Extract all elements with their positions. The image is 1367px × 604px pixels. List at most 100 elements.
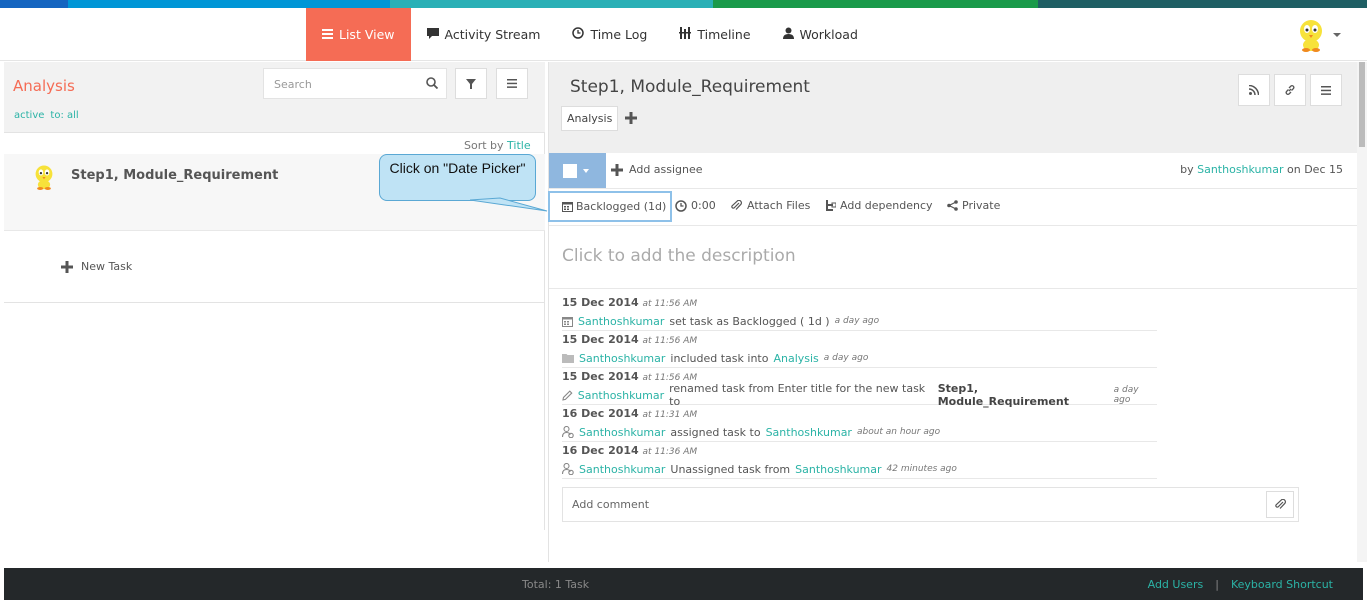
- plus-icon: [625, 112, 637, 124]
- add-tag-button[interactable]: [625, 109, 637, 128]
- user-link[interactable]: Santhoshkumar: [579, 463, 665, 476]
- tab-workload[interactable]: Workload: [767, 8, 874, 61]
- activity-ago: a day ago: [1113, 385, 1139, 405]
- link-icon: [1285, 85, 1295, 95]
- detail-title[interactable]: Step1, Module_Requirement: [570, 77, 810, 97]
- filter-button[interactable]: [455, 68, 487, 99]
- tab-label: List View: [339, 27, 395, 42]
- date-text: 16 Dec 2014: [562, 407, 639, 420]
- comment-input[interactable]: Add comment: [562, 487, 1299, 522]
- new-title: Step1, Module_Requirement: [937, 382, 1069, 408]
- assignee-link[interactable]: Santhoshkumar: [766, 426, 852, 439]
- activity-line: Santhoshkumar Unassigned task from Santh…: [562, 460, 1157, 479]
- user-icon: [782, 27, 794, 42]
- attach-files-button[interactable]: Attach Files: [730, 199, 810, 212]
- time-log-button[interactable]: 0:00: [675, 199, 716, 212]
- chevron-down-icon[interactable]: [583, 168, 589, 173]
- sort-field-link[interactable]: Title: [507, 139, 531, 152]
- callout-text: Click on "Date Picker": [389, 160, 526, 176]
- tab-activity-stream[interactable]: Activity Stream: [411, 8, 557, 61]
- activity-text: set task as Backlogged ( 1d ): [669, 314, 830, 328]
- status-checkbox[interactable]: [563, 163, 577, 178]
- tab-time-log[interactable]: Time Log: [556, 8, 663, 61]
- filter-icon: [466, 78, 476, 89]
- tab-label: Time Log: [590, 27, 648, 42]
- attach-comment-button[interactable]: [1266, 491, 1294, 518]
- list-menu-button[interactable]: [496, 68, 528, 99]
- activity-entry: 15 Dec 2014 at 11:56 AM Santhoshkumar in…: [562, 331, 1157, 368]
- list-header: Analysis active to: all Search: [4, 62, 545, 133]
- paperclip-icon: [731, 200, 742, 210]
- activity-entry: 15 Dec 2014 at 11:56 AM Santhoshkumar re…: [562, 368, 1157, 408]
- activity-text: renamed task from Enter title for the ne…: [669, 382, 926, 408]
- divider: [4, 302, 545, 303]
- chevron-down-icon[interactable]: [1333, 33, 1341, 37]
- scrollbar-thumb[interactable]: [1359, 62, 1365, 147]
- list-icon: [322, 27, 333, 42]
- time-value: 0:00: [691, 199, 716, 212]
- new-task-button[interactable]: New Task: [61, 260, 132, 273]
- private-toggle[interactable]: Private: [947, 199, 1000, 212]
- dependency-label: Add dependency: [840, 199, 933, 212]
- rss-button[interactable]: [1238, 74, 1270, 106]
- tab-list-view[interactable]: List View: [306, 8, 411, 61]
- status-checkbox-dropdown[interactable]: [549, 153, 606, 188]
- project-link[interactable]: Analysis: [773, 352, 818, 365]
- add-users-link[interactable]: Add Users: [1148, 578, 1204, 591]
- rss-icon: [1249, 85, 1259, 95]
- paperclip-icon: [1274, 499, 1286, 509]
- task-title: Step1, Module_Requirement: [71, 168, 279, 183]
- date-text: 15 Dec 2014: [562, 296, 639, 309]
- clock-icon: [675, 199, 687, 212]
- copy-link-button[interactable]: [1274, 74, 1306, 106]
- created-by: by Santhoshkumar on Dec 15: [1180, 163, 1343, 176]
- description-placeholder[interactable]: Click to add the description: [562, 246, 796, 266]
- new-task-label: New Task: [81, 260, 133, 273]
- user-avatar-menu[interactable]: [1296, 18, 1326, 52]
- assign-user-icon: [562, 426, 574, 438]
- activity-entry: 15 Dec 2014 at 11:56 AM Santhoshkumar se…: [562, 294, 1157, 331]
- time-text: at 11:56 AM: [642, 336, 698, 346]
- user-link[interactable]: Santhoshkumar: [579, 426, 665, 439]
- activity-line: Santhoshkumar included task into Analysi…: [562, 349, 1157, 368]
- tab-timeline[interactable]: Timeline: [663, 8, 766, 61]
- filter-assignee[interactable]: to: all: [50, 110, 78, 121]
- activity-ago: 42 minutes ago: [886, 464, 957, 474]
- list-title: Analysis: [13, 77, 75, 95]
- activity-text: included task into: [670, 351, 769, 365]
- activity-text: assigned task to: [670, 425, 761, 439]
- avatar-bird-icon: [1300, 20, 1322, 52]
- scrollbar[interactable]: [1357, 62, 1367, 562]
- user-link[interactable]: Santhoshkumar: [578, 315, 664, 328]
- project-tag[interactable]: Analysis: [561, 106, 619, 131]
- assignee-link[interactable]: Santhoshkumar: [795, 463, 881, 476]
- timeline-icon: [679, 27, 692, 42]
- comment-placeholder: Add comment: [572, 498, 650, 511]
- clock-icon: [572, 27, 585, 42]
- footer-bar: Total: 1 Task Add Users | Keyboard Short…: [4, 568, 1363, 600]
- add-assignee-button[interactable]: Add assignee: [611, 163, 703, 176]
- date-picker-button[interactable]: Backlogged (1d): [548, 191, 672, 222]
- search-input[interactable]: Search: [263, 68, 447, 99]
- search-icon[interactable]: [426, 77, 439, 92]
- activity-text: Unassigned task from: [670, 462, 791, 476]
- pencil-icon: [562, 389, 573, 401]
- activity-date: 15 Dec 2014 at 11:56 AM: [562, 294, 1157, 312]
- main-nav: List View Activity Stream Time Log Timel…: [306, 8, 874, 61]
- activity-ago: a day ago: [834, 316, 880, 326]
- plus-icon: [61, 260, 73, 273]
- keyboard-shortcut-link[interactable]: Keyboard Shortcut: [1231, 578, 1333, 591]
- time-text: at 11:31 AM: [642, 410, 698, 420]
- detail-menu-button[interactable]: [1310, 74, 1342, 106]
- active-filters: active to: all: [14, 110, 79, 121]
- add-dependency-button[interactable]: Add dependency: [826, 199, 933, 212]
- created-date: on Dec 15: [1287, 163, 1343, 176]
- attach-label: Attach Files: [747, 199, 811, 212]
- activity-log: 15 Dec 2014 at 11:56 AM Santhoshkumar se…: [562, 294, 1157, 479]
- activity-line: Santhoshkumar renamed task from Enter ti…: [562, 382, 1157, 408]
- user-link[interactable]: Santhoshkumar: [579, 352, 665, 365]
- user-link[interactable]: Santhoshkumar: [578, 389, 664, 402]
- author-link[interactable]: Santhoshkumar: [1197, 163, 1283, 176]
- filter-active[interactable]: active: [14, 110, 44, 121]
- comment-icon: [426, 27, 439, 42]
